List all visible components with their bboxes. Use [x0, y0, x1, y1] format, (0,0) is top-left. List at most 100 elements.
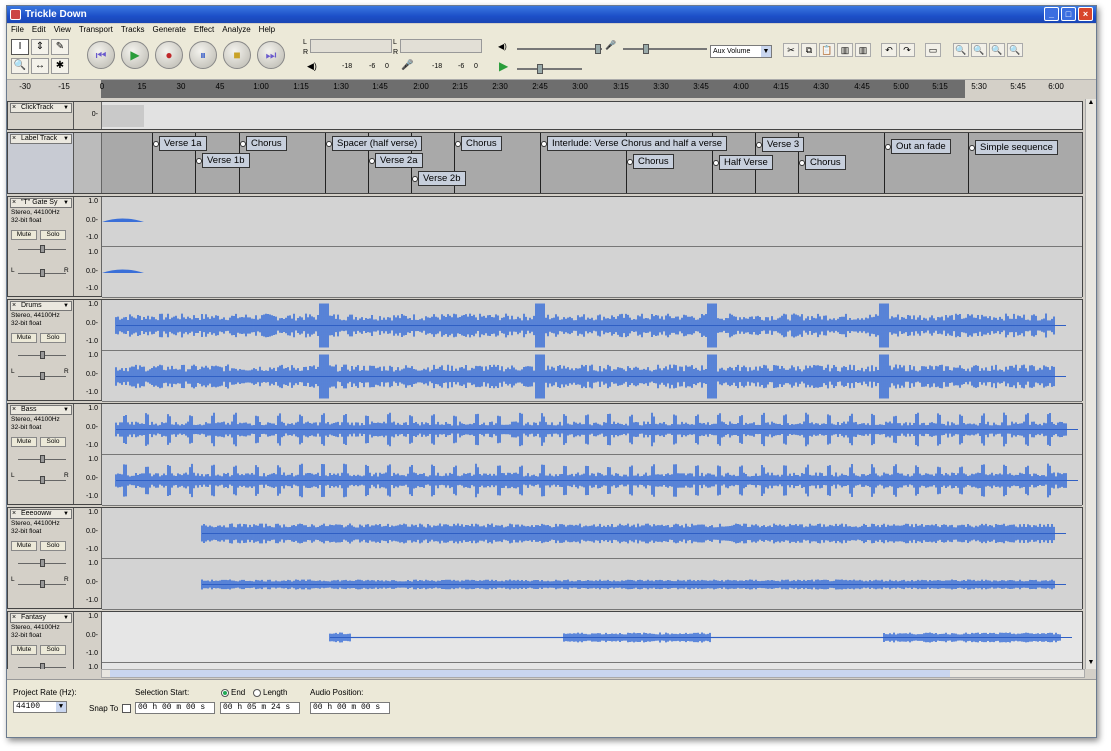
label-verse-1a[interactable]: Verse 1a [153, 136, 207, 151]
gate-synth-track[interactable]: × "T" Gate Sy ▼ Stereo, 44100Hz 32-bit flo… [7, 196, 1083, 298]
track-control-panel[interactable]: × Bass ▼ Stereo, 44100Hz 32-bit float Mute… [8, 404, 74, 504]
menu-effect[interactable]: Effect [194, 24, 214, 36]
zoom-tool-icon[interactable]: 🔍 [11, 58, 29, 74]
track-name-menu[interactable]: × Bass ▼ [10, 405, 72, 415]
track-control-panel[interactable]: × Fantasy ▼ Stereo, 44100Hz 32-bit float M… [8, 612, 74, 669]
gain-slider[interactable] [18, 559, 66, 567]
gain-knob[interactable] [40, 245, 45, 253]
track-name-menu[interactable]: × Eeeooww ▼ [10, 509, 72, 519]
pan-knob[interactable] [40, 580, 45, 588]
skip-end-button[interactable]: ⏭ [257, 41, 285, 69]
gain-knob[interactable] [40, 455, 45, 463]
snap-to-checkbox[interactable] [122, 704, 131, 713]
scroll-down-icon[interactable]: ▼ [1086, 659, 1096, 669]
horizontal-scrollbar[interactable] [101, 669, 1085, 678]
input-source-select[interactable]: Aux Volume ▼ [710, 45, 772, 58]
track-control-panel[interactable]: × Eeeooww ▼ Stereo, 44100Hz 32-bit float M… [8, 508, 74, 608]
close-track-icon[interactable]: × [12, 614, 16, 622]
close-track-icon[interactable]: × [12, 406, 16, 414]
channel-left[interactable] [102, 404, 1082, 455]
label-half-verse[interactable]: Half Verse [713, 155, 773, 170]
pause-button[interactable]: ⏸ [189, 41, 217, 69]
close-track-icon[interactable]: × [12, 302, 16, 310]
label-out-an-fade[interactable]: Out an fade [885, 139, 951, 154]
close-track-icon[interactable]: × [12, 199, 16, 207]
play-at-speed-icon[interactable]: ▶ [499, 59, 508, 73]
channel-right[interactable] [102, 559, 1082, 610]
track-name-menu[interactable]: × Label Track ▼ [10, 134, 72, 144]
drums-track[interactable]: × Drums ▼ Stereo, 44100Hz 32-bit float Mut… [7, 299, 1083, 402]
solo-button[interactable]: Solo [40, 437, 66, 447]
channel-right[interactable] [102, 351, 1082, 402]
play-button[interactable]: ▶ [121, 41, 149, 69]
label-interlude[interactable]: Interlude: Verse Chorus and half a verse [541, 136, 728, 151]
mute-button[interactable]: Mute [11, 541, 37, 551]
gain-knob[interactable] [40, 559, 45, 567]
selection-end-field[interactable]: 00 h 05 m 24 s [220, 702, 300, 714]
gain-knob[interactable] [40, 663, 45, 669]
minimize-button[interactable]: _ [1044, 7, 1059, 21]
silence-icon[interactable]: ▥ [855, 43, 871, 57]
mute-button[interactable]: Mute [11, 333, 37, 343]
multi-tool-icon[interactable]: ✱ [51, 58, 69, 74]
pan-slider[interactable] [18, 580, 66, 588]
click-track[interactable]: × ClickTrack ▼ 0- [7, 101, 1083, 130]
end-radio-icon[interactable] [221, 688, 229, 697]
label-simple-sequence[interactable]: Simple sequence [969, 140, 1058, 155]
track-name-menu[interactable]: × ClickTrack ▼ [10, 103, 72, 113]
fit-selection-icon[interactable]: 🔍 [989, 43, 1005, 57]
menu-view[interactable]: View [54, 24, 71, 36]
fantasy-track[interactable]: × Fantasy ▼ Stereo, 44100Hz 32-bit float M… [7, 611, 1083, 669]
drums-waveform[interactable] [102, 300, 1082, 402]
gain-slider[interactable] [18, 455, 66, 463]
gain-slider[interactable] [18, 663, 66, 669]
pan-knob[interactable] [40, 372, 45, 380]
record-button[interactable]: ● [155, 41, 183, 69]
close-track-icon[interactable]: × [12, 510, 16, 518]
timeline-ruler[interactable]: -30 -15 0 15 30 45 1:00 1:15 1:30 1:45 2… [7, 80, 1096, 98]
solo-button[interactable]: Solo [40, 230, 66, 240]
close-track-icon[interactable]: × [12, 104, 16, 112]
undo-icon[interactable]: ↶ [881, 43, 897, 57]
mute-button[interactable]: Mute [11, 437, 37, 447]
envelope-tool-icon[interactable]: ⇕ [31, 39, 49, 55]
track-control-panel[interactable]: × Label Track ▼ [8, 133, 74, 193]
label-verse-2b[interactable]: Verse 2b [412, 171, 466, 186]
redo-icon[interactable]: ↷ [899, 43, 915, 57]
label-verse-1b[interactable]: Verse 1b [196, 153, 250, 168]
label-track[interactable]: × Label Track ▼ Verse 1a Verse 1b Chorus S… [7, 132, 1083, 194]
gain-slider[interactable] [18, 351, 66, 359]
menu-generate[interactable]: Generate [153, 24, 186, 36]
stop-button[interactable]: ■ [223, 41, 251, 69]
bass-waveform[interactable] [102, 404, 1082, 506]
sync-lock-icon[interactable]: ▭ [925, 43, 941, 57]
label-chorus-4[interactable]: Chorus [799, 155, 846, 170]
track-name-menu[interactable]: × "T" Gate Sy ▼ [10, 198, 72, 208]
click-waveform[interactable] [102, 102, 1082, 129]
horizontal-scroll-thumb[interactable] [110, 670, 950, 677]
menu-file[interactable]: File [11, 24, 24, 36]
menu-tracks[interactable]: Tracks [121, 24, 145, 36]
menu-analyze[interactable]: Analyze [222, 24, 250, 36]
label-area[interactable]: Verse 1a Verse 1b Chorus Spacer (half ve… [102, 133, 1082, 193]
close-track-icon[interactable]: × [12, 135, 16, 143]
label-chorus-1[interactable]: Chorus [240, 136, 287, 151]
label-verse-2a[interactable]: Verse 2a [369, 153, 423, 168]
mute-button[interactable]: Mute [11, 645, 37, 655]
scroll-up-icon[interactable]: ▲ [1086, 99, 1096, 109]
mute-button[interactable]: Mute [11, 230, 37, 240]
fit-project-icon[interactable]: 🔍 [1007, 43, 1023, 57]
zoom-in-icon[interactable]: 🔍 [953, 43, 969, 57]
close-button[interactable]: × [1078, 7, 1093, 21]
track-control-panel[interactable]: × Drums ▼ Stereo, 44100Hz 32-bit float Mut… [8, 300, 74, 400]
solo-button[interactable]: Solo [40, 333, 66, 343]
maximize-button[interactable]: □ [1061, 7, 1076, 21]
audio-position-field[interactable]: 00 h 00 m 00 s [310, 702, 390, 714]
play-speed-slider[interactable] [517, 64, 582, 74]
paste-icon[interactable]: 📋 [819, 43, 835, 57]
track-name-menu[interactable]: × Drums ▼ [10, 301, 72, 311]
label-chorus-3[interactable]: Chorus [627, 154, 674, 169]
label-chorus-2[interactable]: Chorus [455, 136, 502, 151]
pan-slider[interactable] [18, 476, 66, 484]
length-radio-icon[interactable] [253, 688, 261, 697]
